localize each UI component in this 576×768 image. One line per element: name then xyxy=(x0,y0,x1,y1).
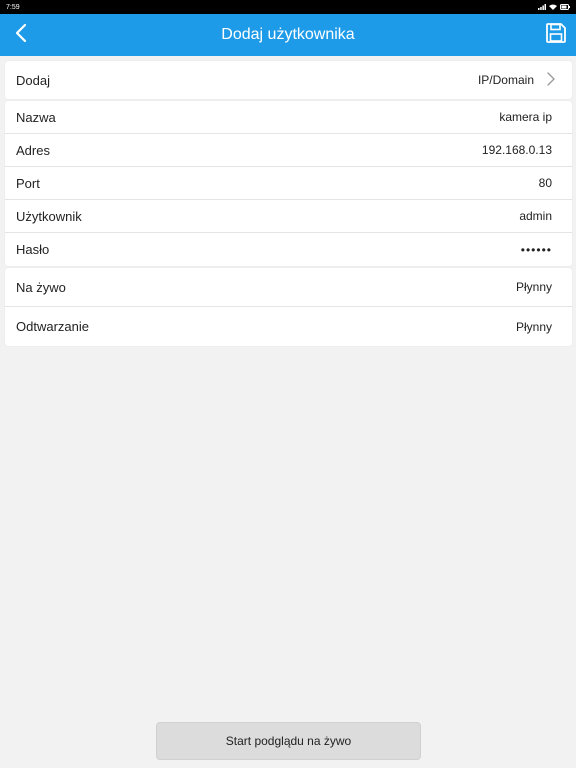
address-value[interactable]: 192.168.0.13 xyxy=(482,143,552,157)
page-title: Dodaj użytkownika xyxy=(221,26,355,43)
field-row-name[interactable]: Nazwa kamera ip xyxy=(5,101,572,134)
live-stream-value: Płynny xyxy=(515,280,552,294)
add-method-row[interactable]: Dodaj IP/Domain xyxy=(5,61,572,99)
password-value[interactable]: •••••• xyxy=(521,243,552,257)
playback-row[interactable]: Odtwarzanie Płynny xyxy=(5,307,572,346)
add-method-value-wrap: IP/Domain xyxy=(478,71,556,90)
user-value[interactable]: admin xyxy=(519,209,552,223)
name-label: Nazwa xyxy=(16,109,56,125)
back-button[interactable] xyxy=(6,20,36,50)
floppy-disk-icon xyxy=(545,22,567,49)
signal-icon xyxy=(538,4,546,10)
status-time: 7:59 xyxy=(6,3,20,11)
chevron-right-icon xyxy=(546,71,556,90)
status-icons xyxy=(538,4,570,10)
address-label: Adres xyxy=(16,142,50,158)
app-bar: Dodaj użytkownika xyxy=(0,14,576,56)
live-stream-row[interactable]: Na żywo Płynny xyxy=(5,268,572,307)
field-row-password[interactable]: Hasło •••••• xyxy=(5,233,572,266)
live-stream-label: Na żywo xyxy=(16,279,66,295)
playback-value: Płynny xyxy=(515,319,552,334)
stream-settings-group: Na żywo Płynny Odtwarzanie Płynny xyxy=(5,268,572,346)
chevron-left-icon xyxy=(14,23,28,48)
add-method-value: IP/Domain xyxy=(477,73,534,87)
battery-icon xyxy=(560,4,570,10)
port-label: Port xyxy=(16,175,40,191)
status-bar: 7:59 xyxy=(0,0,576,14)
device-fields-group: Nazwa kamera ip Adres 192.168.0.13 Port … xyxy=(5,101,572,266)
user-label: Użytkownik xyxy=(16,208,82,224)
field-row-port[interactable]: Port 80 xyxy=(5,167,572,200)
port-value[interactable]: 80 xyxy=(539,176,552,190)
playback-label: Odtwarzanie xyxy=(16,319,89,334)
wifi-icon xyxy=(549,4,557,10)
add-method-label: Dodaj xyxy=(16,72,50,88)
start-live-preview-button[interactable]: Start podglądu na żywo xyxy=(156,722,421,760)
name-value[interactable]: kamera ip xyxy=(499,110,552,124)
save-button[interactable] xyxy=(544,22,568,49)
field-row-user[interactable]: Użytkownik admin xyxy=(5,200,572,233)
password-label: Hasło xyxy=(16,242,50,257)
field-row-address[interactable]: Adres 192.168.0.13 xyxy=(5,134,572,167)
add-method-group: Dodaj IP/Domain xyxy=(5,61,572,99)
